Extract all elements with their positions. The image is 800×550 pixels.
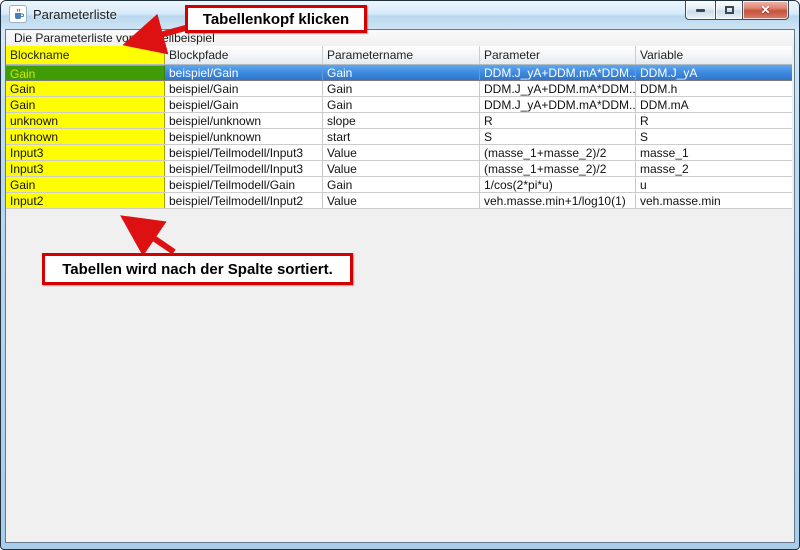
table-cell[interactable]: S [480, 129, 636, 144]
maximize-button[interactable] [715, 1, 743, 20]
table-cell[interactable]: beispiel/Teilmodell/Input2 [165, 193, 323, 208]
table-cell[interactable]: unknown [6, 113, 165, 128]
minimize-button[interactable] [685, 1, 715, 20]
table-cell[interactable]: S [636, 129, 792, 144]
table-cell[interactable]: Gain [323, 65, 480, 80]
table-cell[interactable]: beispiel/Gain [165, 65, 323, 80]
table-row[interactable]: Input2 beispiel/Teilmodell/Input2 Value … [6, 193, 792, 209]
table-cell[interactable]: DDM.J_yA [636, 65, 792, 80]
subtitle-label: Die Parameterliste von Modellbeispiel [6, 30, 794, 46]
close-icon: ✕ [760, 4, 770, 16]
title-bar[interactable]: Parameterliste ✕ [1, 1, 799, 29]
table-cell[interactable]: Gain [323, 81, 480, 96]
table-cell[interactable]: unknown [6, 129, 165, 144]
column-header-blockpfade[interactable]: Blockpfade [165, 46, 323, 64]
table-cell[interactable]: beispiel/unknown [165, 113, 323, 128]
column-header-parameter[interactable]: Parameter [480, 46, 636, 64]
table-cell[interactable]: Gain [323, 97, 480, 112]
table-cell[interactable]: DDM.mA [636, 97, 792, 112]
table-row[interactable]: Input3 beispiel/Teilmodell/Input3 Value … [6, 161, 792, 177]
table-row[interactable]: Gain beispiel/Gain Gain DDM.J_yA+DDM.mA*… [6, 97, 792, 113]
table-cell[interactable]: Input3 [6, 145, 165, 160]
table-cell[interactable]: Value [323, 161, 480, 176]
table-cell[interactable]: beispiel/Gain [165, 97, 323, 112]
table-cell[interactable]: beispiel/Teilmodell/Input3 [165, 161, 323, 176]
table-cell[interactable]: Gain [6, 97, 165, 112]
table-cell[interactable]: u [636, 177, 792, 192]
table-cell[interactable]: (masse_1+masse_2)/2 [480, 145, 636, 160]
content-area: Die Parameterliste von Modellbeispiel Bl… [5, 29, 795, 543]
table-cell[interactable]: DDM.J_yA+DDM.mA*DDM.... [480, 65, 636, 80]
table-cell[interactable]: veh.masse.min [636, 193, 792, 208]
table-row[interactable]: unknown beispiel/unknown start S S [6, 129, 792, 145]
column-header-blockname[interactable]: Blockname [6, 46, 165, 64]
table-cell[interactable]: start [323, 129, 480, 144]
table-cell[interactable]: R [480, 113, 636, 128]
table-cell[interactable]: Gain [6, 65, 165, 80]
table-cell[interactable]: Gain [6, 81, 165, 96]
table-cell[interactable]: beispiel/Gain [165, 81, 323, 96]
table-cell[interactable]: DDM.J_yA+DDM.mA*DDM.... [480, 81, 636, 96]
table-row[interactable]: Gain beispiel/Gain Gain DDM.J_yA+DDM.mA*… [6, 65, 792, 81]
table-header-row: Blockname Blockpfade Parametername Param… [6, 46, 792, 65]
column-header-variable[interactable]: Variable [636, 46, 792, 64]
top-callout: Tabellenkopf klicken [185, 5, 367, 33]
table-cell[interactable]: DDM.J_yA+DDM.mA*DDM.... [480, 97, 636, 112]
table-cell[interactable]: 1/cos(2*pi*u) [480, 177, 636, 192]
table-cell[interactable]: beispiel/unknown [165, 129, 323, 144]
table-cell[interactable]: R [636, 113, 792, 128]
table-cell[interactable]: Gain [6, 177, 165, 192]
table-row[interactable]: Input3 beispiel/Teilmodell/Input3 Value … [6, 145, 792, 161]
table-cell[interactable]: Value [323, 193, 480, 208]
table-cell[interactable]: Gain [323, 177, 480, 192]
table-cell[interactable]: masse_2 [636, 161, 792, 176]
table-cell[interactable]: beispiel/Teilmodell/Gain [165, 177, 323, 192]
table-cell[interactable]: masse_1 [636, 145, 792, 160]
column-header-parametername[interactable]: Parametername [323, 46, 480, 64]
table-cell[interactable]: beispiel/Teilmodell/Input3 [165, 145, 323, 160]
table-cell[interactable]: Value [323, 145, 480, 160]
table-cell[interactable]: veh.masse.min+1/log10(1) [480, 193, 636, 208]
window-title: Parameterliste [33, 7, 117, 22]
close-button[interactable]: ✕ [743, 1, 789, 20]
minimize-icon [696, 9, 705, 12]
table-cell[interactable]: Input2 [6, 193, 165, 208]
table-row[interactable]: Gain beispiel/Teilmodell/Gain Gain 1/cos… [6, 177, 792, 193]
table-cell[interactable]: DDM.h [636, 81, 792, 96]
table-row[interactable]: unknown beispiel/unknown slope R R [6, 113, 792, 129]
bottom-callout: Tabellen wird nach der Spalte sortiert. [42, 253, 353, 285]
table-cell[interactable]: slope [323, 113, 480, 128]
maximize-icon [725, 6, 734, 14]
table-row[interactable]: Gain beispiel/Gain Gain DDM.J_yA+DDM.mA*… [6, 81, 792, 97]
parameter-table: Blockname Blockpfade Parametername Param… [6, 46, 792, 209]
table-cell[interactable]: (masse_1+masse_2)/2 [480, 161, 636, 176]
java-app-icon [9, 5, 27, 23]
table-cell[interactable]: Input3 [6, 161, 165, 176]
